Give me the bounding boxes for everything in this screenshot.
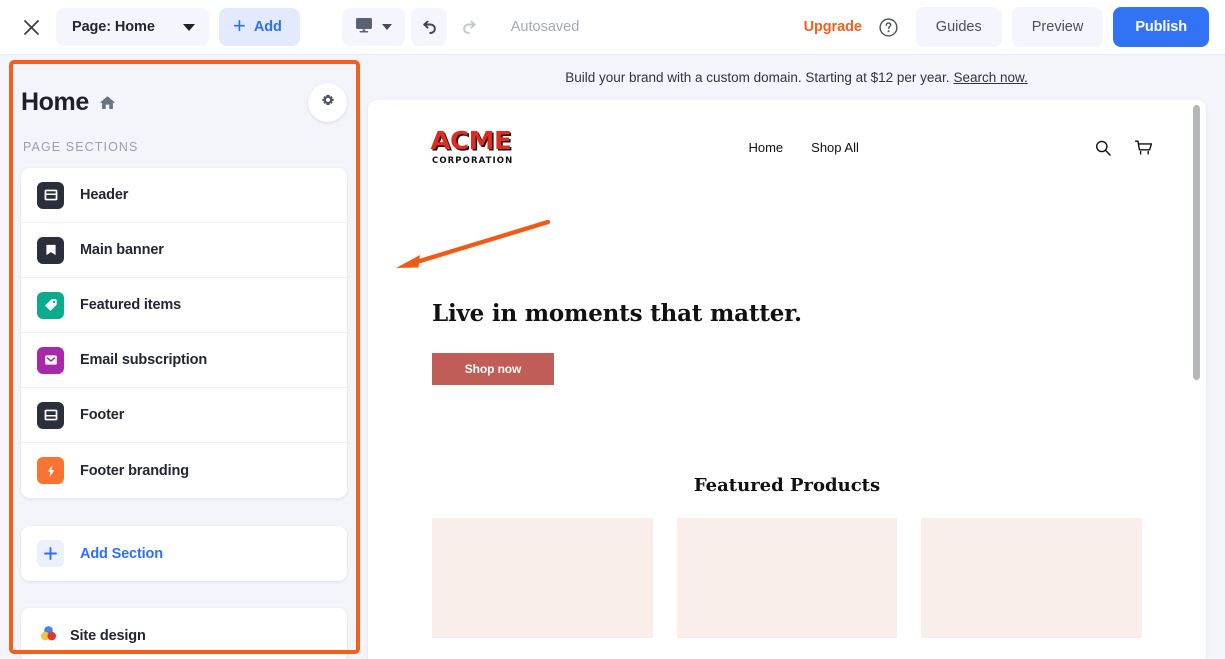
chevron-down-icon: [183, 23, 195, 31]
section-item-label: Header: [80, 187, 129, 203]
add-section-button[interactable]: Add Section: [21, 526, 347, 581]
sidebar-header: Home: [21, 55, 347, 123]
product-card[interactable]: [676, 518, 898, 638]
section-item-featured-items[interactable]: Featured items: [21, 278, 347, 333]
acme-logo-subtitle: CORPORATION: [432, 155, 514, 166]
section-item-email-subscription[interactable]: Email subscription: [21, 333, 347, 388]
lightning-bolt-icon: [37, 457, 64, 484]
top-toolbar: Page: Home + Add Autosaved Upgrade Guide…: [0, 0, 1225, 55]
search-icon[interactable]: [1094, 139, 1112, 157]
color-circles-icon: [39, 624, 58, 648]
acme-logo-word: ACME: [430, 126, 512, 156]
gear-icon: [320, 92, 336, 113]
close-icon[interactable]: [16, 12, 46, 42]
plus-icon: [37, 540, 64, 567]
guides-button-label: Guides: [935, 19, 982, 35]
price-tag-icon: [37, 291, 64, 319]
nav-link-shop-all[interactable]: Shop All: [811, 140, 859, 155]
scrollbar-thumb[interactable]: [1193, 105, 1200, 380]
home-icon: [99, 94, 116, 111]
section-item-label: Featured items: [80, 297, 182, 313]
shop-now-button[interactable]: Shop now: [432, 353, 554, 385]
add-button[interactable]: + Add: [219, 8, 300, 46]
section-item-footer-branding[interactable]: Footer branding: [21, 443, 347, 498]
page-selector-dropdown[interactable]: Page: Home: [56, 8, 209, 46]
preview-pane: Build your brand with a custom domain. S…: [368, 55, 1225, 659]
toolbar-left-group: Page: Home + Add: [0, 8, 300, 46]
promo-banner-text: Build your brand with a custom domain. S…: [565, 70, 950, 85]
add-button-label: Add: [253, 19, 282, 35]
section-item-header[interactable]: Header: [21, 168, 347, 223]
section-item-footer[interactable]: Footer: [21, 388, 347, 443]
vertical-scrollbar[interactable]: [1193, 105, 1200, 654]
section-item-label: Footer: [80, 407, 125, 423]
section-item-label: Email subscription: [80, 352, 208, 368]
undo-button[interactable]: [410, 8, 447, 46]
site-preview-frame: ACME CORPORATION Home Shop All Live in m…: [368, 100, 1206, 659]
publish-button[interactable]: Publish: [1113, 7, 1209, 47]
nav-link-home[interactable]: Home: [748, 140, 783, 155]
product-card[interactable]: [432, 518, 653, 638]
page-sections-list: Header Main banner Featured items Email …: [21, 168, 347, 498]
site-navigation: Home Shop All: [748, 140, 858, 155]
guides-button[interactable]: Guides: [915, 7, 1002, 47]
promo-search-link[interactable]: Search now.: [953, 70, 1027, 85]
autosave-status: Autosaved: [510, 19, 580, 35]
add-section-label: Add Section: [80, 545, 163, 562]
featured-products-title: Featured Products: [693, 475, 881, 496]
help-circle-icon[interactable]: [876, 14, 902, 40]
hero-section: Live in moments that matter. Shop now: [368, 195, 1206, 465]
promo-banner: Build your brand with a custom domain. S…: [368, 55, 1225, 100]
page-settings-button[interactable]: [308, 82, 347, 122]
plus-icon: +: [233, 13, 246, 38]
shop-now-label: Shop now: [464, 362, 522, 376]
product-card[interactable]: [921, 518, 1143, 638]
hero-headline: Live in moments that matter.: [432, 300, 802, 327]
footer-layout-icon: [37, 401, 64, 429]
page-title: Home: [21, 87, 89, 116]
header-layout-icon: [37, 181, 64, 209]
preview-button-label: Preview: [1031, 19, 1084, 35]
redo-button[interactable]: [453, 8, 489, 46]
section-item-label: Footer branding: [80, 462, 189, 479]
preview-button[interactable]: Preview: [1011, 7, 1104, 47]
page-selector-label: Page: Home: [72, 19, 155, 35]
sidebar-panel: Home PAGE SECTIONS Header Main banner Fe…: [0, 55, 368, 659]
section-item-main-banner[interactable]: Main banner: [21, 223, 347, 278]
desktop-monitor-icon: [355, 17, 373, 38]
site-design-label: Site design: [70, 627, 146, 644]
device-selector[interactable]: [341, 8, 405, 46]
site-design-button[interactable]: Site design: [21, 608, 347, 659]
upgrade-link[interactable]: Upgrade: [804, 19, 862, 35]
envelope-icon: [37, 346, 64, 374]
site-header-icons: [1094, 139, 1154, 157]
bookmark-banner-icon: [37, 236, 64, 264]
section-item-label: Main banner: [80, 242, 164, 258]
acme-logo[interactable]: ACME CORPORATION: [430, 126, 514, 166]
chevron-down-icon: [381, 24, 392, 30]
page-sections-header: PAGE SECTIONS: [23, 140, 139, 154]
sidebar-content: Home PAGE SECTIONS Header Main banner Fe…: [0, 55, 368, 659]
publish-button-label: Publish: [1135, 19, 1187, 35]
featured-products-grid: [368, 496, 1206, 638]
site-header: ACME CORPORATION Home Shop All: [368, 100, 1206, 195]
toolbar-middle-group: Autosaved: [341, 8, 580, 46]
shopping-cart-icon[interactable]: [1134, 139, 1154, 157]
toolbar-right-group: Upgrade Guides Preview Publish: [804, 7, 1225, 47]
